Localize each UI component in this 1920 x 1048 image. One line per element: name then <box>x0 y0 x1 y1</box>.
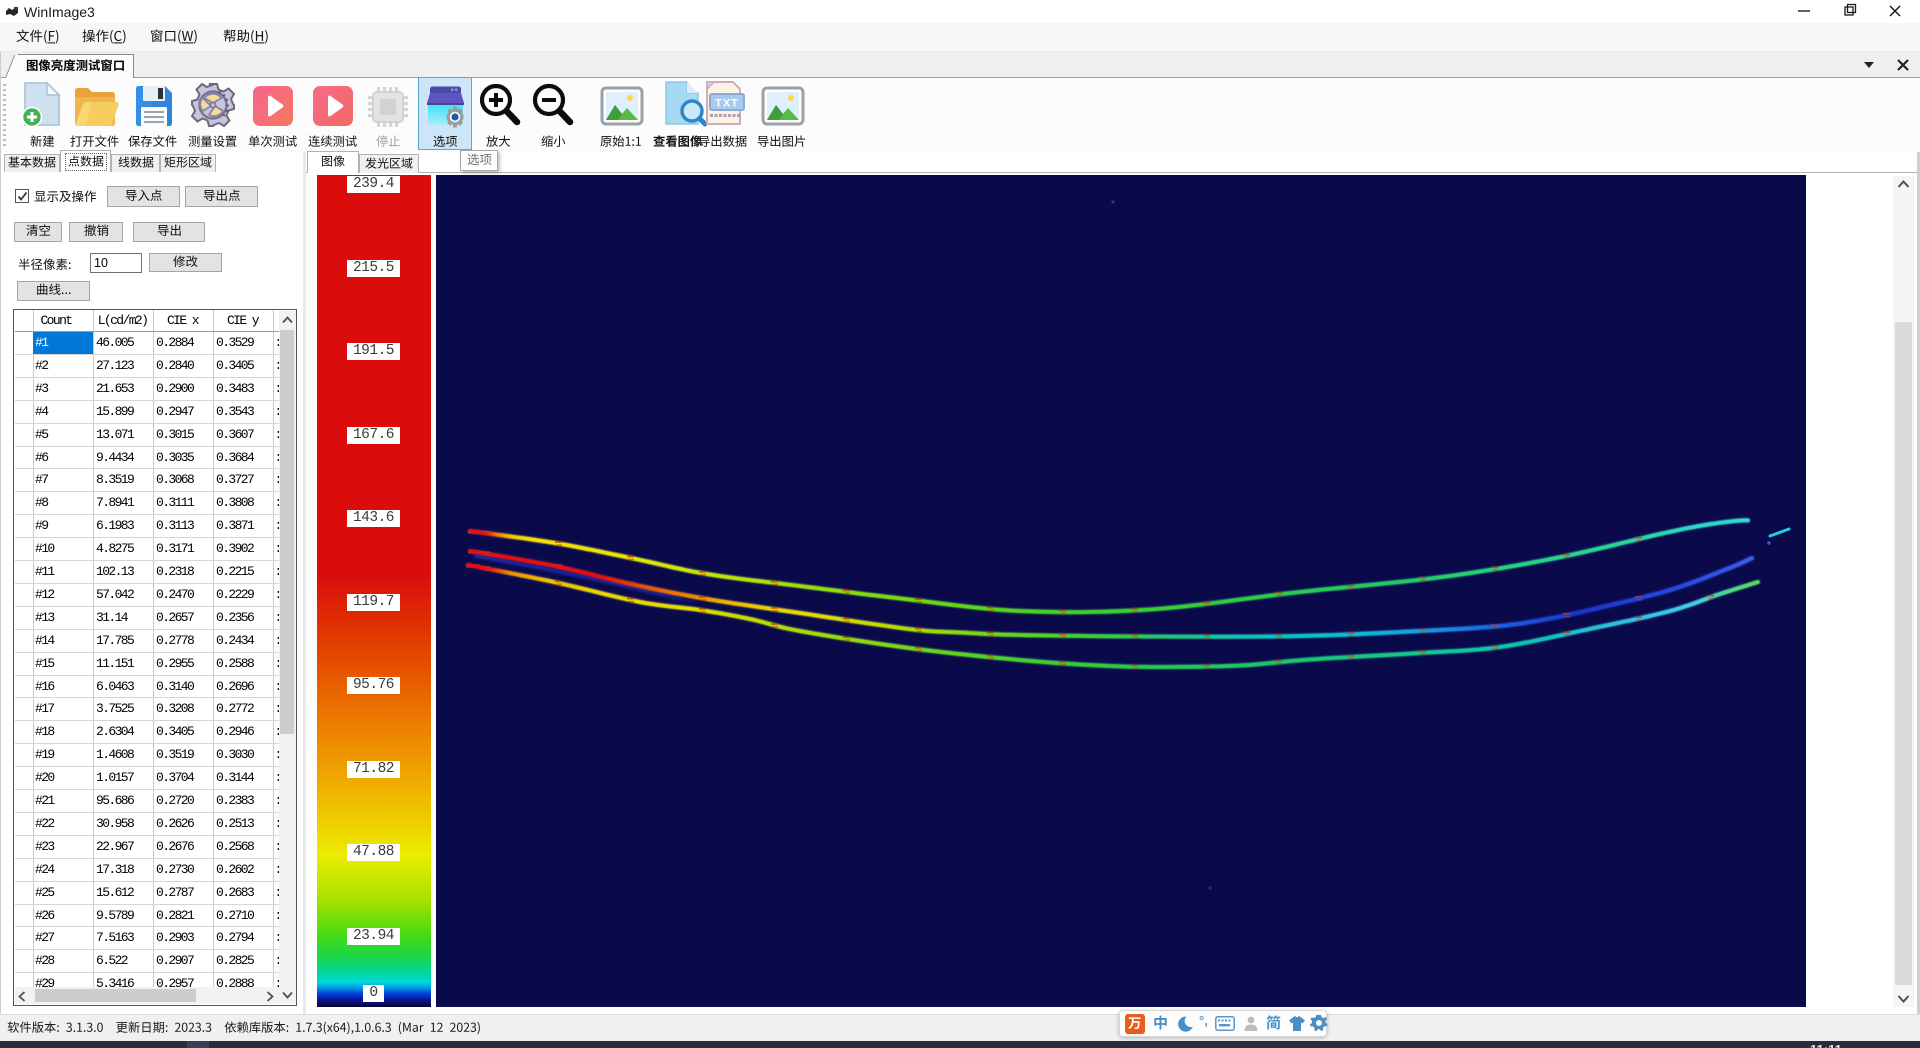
svg-text:TXT: TXT <box>715 98 739 110</box>
